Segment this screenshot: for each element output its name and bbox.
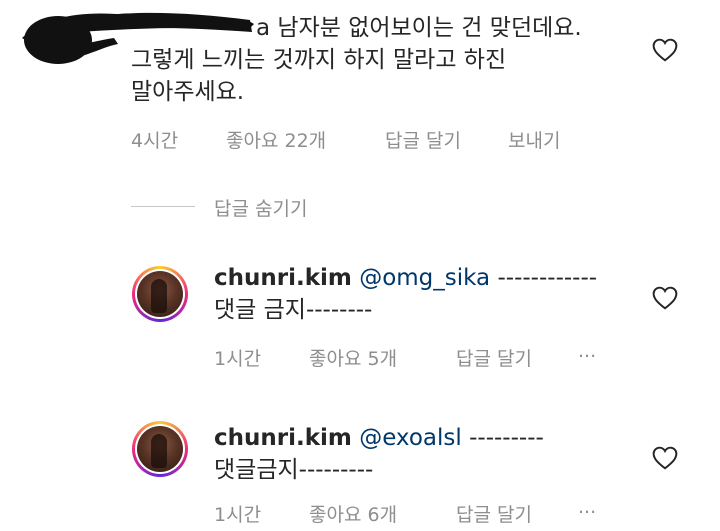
comment-timestamp: 1시간 xyxy=(214,348,262,370)
avatar[interactable] xyxy=(132,266,188,322)
comment-timestamp: 1시간 xyxy=(214,504,262,526)
mention-link[interactable]: @exoalsl xyxy=(359,425,462,451)
comment-timestamp: 4시간 xyxy=(131,130,179,152)
more-options-button[interactable]: ... xyxy=(578,496,596,518)
hide-replies-button[interactable]: 답글 숨기기 xyxy=(214,194,307,221)
send-button[interactable]: 보내기 xyxy=(508,126,560,153)
heart-outline-icon[interactable] xyxy=(652,38,678,62)
reply-text-dashes: --------- xyxy=(461,425,544,451)
reply-text-line-2: 댓글금지--------- xyxy=(214,457,374,483)
reply-text-line-1: chunri.kim @exoalsl --------- xyxy=(214,422,544,454)
reply-text-line-2: 댓글 금지-------- xyxy=(214,297,373,323)
heart-outline-icon[interactable] xyxy=(652,446,678,470)
comment-text-line-3: 말아주세요. xyxy=(131,79,245,105)
mention-link[interactable]: @omg_sika xyxy=(359,265,490,291)
like-count[interactable]: 좋아요 6개 xyxy=(309,500,397,527)
reply-button[interactable]: 답글 달기 xyxy=(456,344,532,371)
reply-text-dashes: ------------ xyxy=(490,265,598,291)
like-count[interactable]: 좋아요 22개 xyxy=(226,126,326,153)
reply-button[interactable]: 답글 달기 xyxy=(456,500,532,527)
username[interactable]: chunri.kim xyxy=(214,425,352,451)
avatar[interactable] xyxy=(132,421,188,477)
reply-button[interactable]: 답글 달기 xyxy=(385,126,461,153)
divider-line xyxy=(131,206,195,207)
reply-text-line-1: chunri.kim @omg_sika ------------ xyxy=(214,262,597,294)
comment-text-line-1: a 남자분 없어보이는 건 맞던데요. xyxy=(256,15,582,41)
comment-text-line-2: 그렇게 느끼는 것까지 하지 말라고 하진 xyxy=(131,47,507,73)
heart-outline-icon[interactable] xyxy=(652,286,678,310)
username[interactable]: chunri.kim xyxy=(214,265,352,291)
like-count[interactable]: 좋아요 5개 xyxy=(309,344,397,371)
more-options-button[interactable]: ... xyxy=(578,340,596,362)
